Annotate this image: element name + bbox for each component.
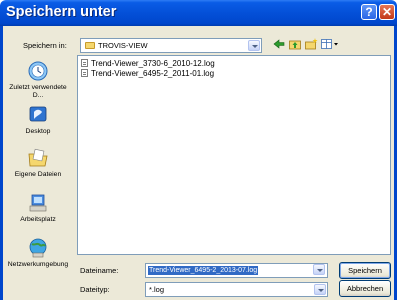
help-icon: ? bbox=[365, 5, 373, 19]
filename-field[interactable]: Trend-Viewer_6495-2_2013-07.log bbox=[145, 263, 328, 278]
close-button[interactable]: ✕ bbox=[379, 4, 395, 20]
file-name: Trend-Viewer_6495-2_2011-01.log bbox=[91, 69, 215, 78]
filename-label: Dateiname: bbox=[80, 266, 119, 275]
filename-value: Trend-Viewer_6495-2_2013-07.log bbox=[148, 266, 259, 275]
file-name: Trend-Viewer_3730-6_2010-12.log bbox=[91, 59, 215, 68]
place-network[interactable]: Netzwerkumgebung bbox=[5, 237, 71, 269]
list-item[interactable]: Trend-Viewer_3730-6_2010-12.log bbox=[81, 59, 215, 69]
list-item[interactable]: Trend-Viewer_6495-2_2011-01.log bbox=[81, 69, 214, 79]
chevron-down-icon[interactable] bbox=[248, 40, 260, 51]
place-my-documents[interactable]: Eigene Dateien bbox=[5, 147, 71, 179]
save-button[interactable]: Speichern bbox=[339, 262, 391, 279]
views-menu-icon[interactable] bbox=[320, 37, 340, 51]
title-bar[interactable]: Speichern unter ? ✕ bbox=[0, 0, 397, 26]
recent-documents-icon bbox=[28, 61, 48, 81]
place-label: Netzwerkumgebung bbox=[7, 261, 69, 268]
help-button[interactable]: ? bbox=[361, 4, 377, 20]
close-icon: ✕ bbox=[381, 5, 393, 19]
place-label: Zuletzt verwendete D... bbox=[9, 84, 67, 99]
save-in-label: Speichern in: bbox=[23, 41, 67, 50]
chevron-down-icon[interactable] bbox=[314, 284, 326, 295]
places-bar: Zuletzt verwendete D... Desktop Eigene D… bbox=[5, 55, 71, 290]
place-desktop[interactable]: Desktop bbox=[5, 104, 71, 136]
network-icon bbox=[29, 238, 47, 258]
place-my-computer[interactable]: Arbeitsplatz bbox=[5, 192, 71, 224]
place-label: Arbeitsplatz bbox=[20, 216, 56, 223]
place-label: Eigene Dateien bbox=[14, 171, 62, 178]
window-title: Speichern unter bbox=[6, 4, 117, 20]
current-folder: TROVIS-VIEW bbox=[98, 41, 148, 50]
log-file-icon bbox=[81, 69, 88, 77]
file-list[interactable]: Trend-Viewer_3730-6_2010-12.log Trend-Vi… bbox=[77, 55, 391, 255]
filetype-label: Dateityp: bbox=[80, 285, 110, 294]
chevron-down-icon[interactable] bbox=[313, 264, 325, 275]
back-icon[interactable] bbox=[272, 37, 286, 51]
cancel-button[interactable]: Abbrechen bbox=[339, 280, 391, 297]
my-documents-icon bbox=[28, 148, 48, 167]
log-file-icon bbox=[81, 59, 88, 67]
folder-icon bbox=[85, 42, 95, 49]
filetype-value: *.log bbox=[149, 285, 165, 294]
new-folder-icon[interactable] bbox=[304, 37, 318, 51]
desktop-icon bbox=[29, 106, 47, 122]
place-recent[interactable]: Zuletzt verwendete D... bbox=[5, 60, 71, 100]
filename-dropdown[interactable] bbox=[313, 264, 326, 277]
up-folder-icon[interactable] bbox=[288, 37, 302, 51]
filetype-combo[interactable]: *.log bbox=[145, 282, 328, 297]
save-in-combo[interactable]: TROVIS-VIEW bbox=[80, 38, 262, 53]
my-computer-icon bbox=[29, 194, 47, 212]
place-label: Desktop bbox=[25, 128, 51, 135]
